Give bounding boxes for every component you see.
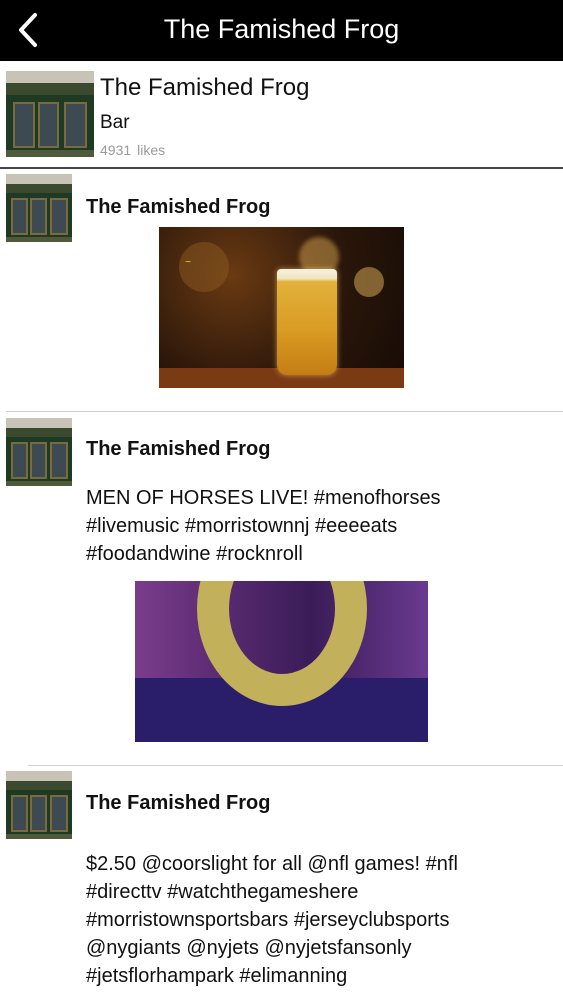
- nav-bar: The Famished Frog: [0, 0, 563, 61]
- post-text-line: #foodandwine #rocknroll: [86, 543, 303, 565]
- post-divider: [28, 765, 563, 766]
- stage-photo-image[interactable]: [135, 581, 428, 742]
- post-author[interactable]: The Famished Frog: [86, 792, 270, 815]
- profile-category: Bar: [100, 112, 130, 133]
- post-divider: [6, 411, 563, 412]
- post-text-line: $2.50 @coorslight for all @nfl games! #n…: [86, 853, 458, 875]
- likes-count: 4931: [100, 142, 132, 158]
- chevron-left-icon: [19, 13, 37, 47]
- post-text-line: MEN OF HORSES LIVE! #menofhorses: [86, 487, 441, 509]
- post-avatar[interactable]: [6, 771, 72, 839]
- back-button[interactable]: [6, 8, 50, 52]
- post-text: $2.50 @coorslight for all @nfl games! #n…: [86, 850, 556, 990]
- likes-label: likes: [137, 142, 166, 158]
- profile-likes: 4931 likes: [100, 142, 171, 158]
- post-author[interactable]: The Famished Frog: [86, 438, 270, 461]
- profile-name[interactable]: The Famished Frog: [100, 74, 309, 102]
- post-avatar[interactable]: [6, 418, 72, 486]
- profile-avatar[interactable]: [6, 71, 94, 157]
- post-avatar[interactable]: [6, 174, 72, 242]
- post-text: MEN OF HORSES LIVE! #menofhorses #livemu…: [86, 484, 556, 568]
- post-text-line: @nygiants @nyjets @nyjetsfansonly: [86, 937, 412, 959]
- page-title: The Famished Frog: [163, 14, 400, 44]
- post-text-line: #directtv #watchthegameshere: [86, 881, 359, 903]
- post-text-line: #livemusic #morristownnj #eeeeats: [86, 515, 398, 537]
- post-text-line: #jetsflorhampark #elimanning: [86, 965, 348, 987]
- beer-glass-image[interactable]: ~: [159, 227, 404, 388]
- post-author[interactable]: The Famished Frog: [86, 196, 270, 219]
- profile-divider: [0, 167, 563, 169]
- post-text-line: #morristownsportsbars #jerseyclubsports: [86, 909, 450, 931]
